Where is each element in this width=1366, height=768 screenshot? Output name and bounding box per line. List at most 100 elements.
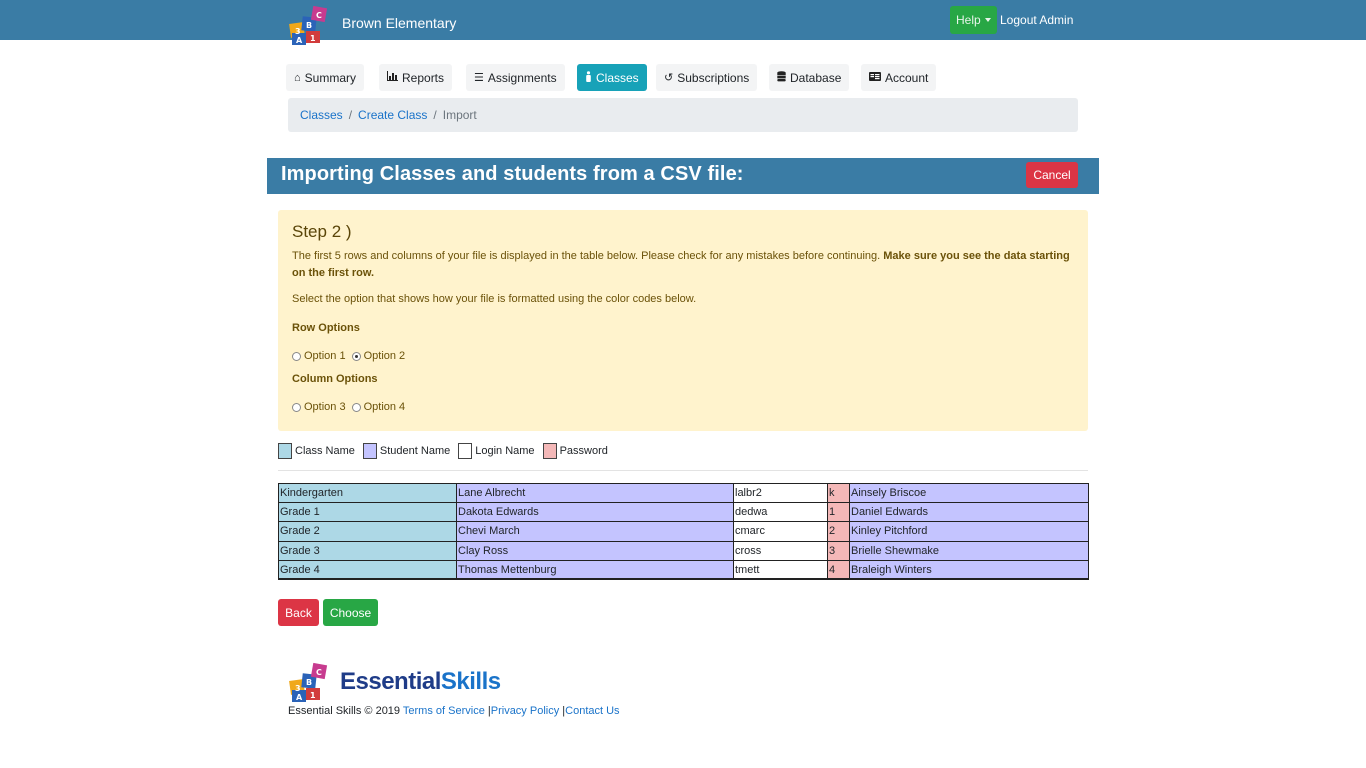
tab-label: Assignments (487, 70, 557, 85)
table-row: Grade 4 Thomas Mettenburg tmett 4 Bralei… (278, 559, 1089, 581)
svg-text:B: B (306, 21, 312, 30)
table-row: Grade 2 Chevi March cmarc 2 Kinley Pitch… (278, 521, 1089, 542)
legend-swatch (278, 443, 292, 459)
tab-subscriptions[interactable]: ↺ Subscriptions (656, 64, 758, 91)
tab-reports[interactable]: Reports (379, 64, 453, 91)
caret-down-icon (984, 18, 991, 22)
row-option-1[interactable]: Option 1 (292, 350, 346, 362)
list-icon: ☰ (474, 72, 484, 84)
tab-label: Account (885, 70, 929, 85)
table-cell: tmett (733, 559, 828, 581)
main-tabs: ⌂ Summary Reports ☰ Assignments Classes … (0, 64, 1366, 91)
table-cell: Daniel Edwards (849, 502, 1089, 523)
table-cell: Lane Albrecht (456, 482, 734, 504)
table-cell: k (827, 482, 850, 504)
legend-swatch (362, 443, 377, 459)
tab-label: Subscriptions (677, 70, 750, 85)
radio-label: Option 1 (304, 350, 346, 362)
svg-text:C: C (316, 668, 322, 677)
brand[interactable]: 3 B C A 1 Brown Elementary (288, 4, 456, 46)
legend-password: Password (542, 443, 608, 459)
radio-button[interactable] (292, 351, 301, 361)
legend-label: Login Name (475, 445, 535, 457)
row-options-group: Option 1 Option 2 (292, 350, 411, 362)
color-legend: Class Name Student Name Login Name Passw… (278, 442, 616, 460)
legend-login-name: Login Name (458, 443, 535, 459)
svg-text:1: 1 (310, 34, 316, 43)
table-cell: 1 (827, 502, 850, 523)
table-cell: 3 (827, 540, 850, 561)
import-header: Importing Classes and students from a CS… (267, 158, 1099, 194)
radio-button[interactable] (351, 402, 361, 412)
column-options-label: Column Options (292, 373, 378, 385)
help-label: Help (956, 13, 981, 27)
choose-button[interactable]: Choose (323, 599, 378, 626)
table-cell: 2 (827, 521, 850, 542)
cancel-button[interactable]: Cancel (1026, 162, 1078, 188)
step-description: The first 5 rows and columns of your fil… (292, 248, 1072, 282)
tab-assignments[interactable]: ☰ Assignments (466, 64, 565, 91)
tab-account[interactable]: Account (861, 64, 937, 91)
row-option-2[interactable]: Option 2 (351, 350, 406, 362)
table-cell: Kinley Pitchford (849, 521, 1089, 542)
row-options-label: Row Options (292, 322, 360, 334)
logo-word-essential: Essential (340, 668, 441, 695)
tab-label: Summary (304, 70, 356, 85)
table-cell: 4 (827, 559, 850, 581)
table-row: Grade 1 Dakota Edwards dedwa 1 Daniel Ed… (278, 502, 1089, 523)
table-cell: Kindergarten (278, 482, 457, 504)
svg-text:3: 3 (295, 684, 301, 693)
tab-classes[interactable]: Classes (577, 64, 647, 91)
tab-label: Classes (596, 70, 639, 85)
table-cell: Chevi March (456, 521, 734, 542)
svg-text:B: B (306, 678, 312, 687)
legend-swatch (542, 443, 557, 459)
breadcrumb-create-class-link[interactable]: Create Class (358, 108, 427, 122)
radio-label: Option 4 (363, 401, 406, 413)
legend-label: Student Name (379, 445, 451, 457)
breadcrumb-classes-link[interactable]: Classes (300, 108, 343, 122)
bar-chart-icon (387, 71, 398, 84)
svg-text:3: 3 (295, 27, 301, 36)
svg-text:A: A (296, 36, 303, 45)
logout-link[interactable]: Logout Admin (1000, 13, 1073, 27)
step-title: Step 2 ) (292, 222, 352, 241)
svg-text:1: 1 (310, 691, 316, 700)
logo-word-skills: Skills (440, 668, 501, 695)
table-cell: Grade 2 (278, 521, 457, 542)
copyright-text: Essential Skills © 2019 (288, 705, 403, 717)
abc-blocks-logo-icon: 3 B C A 1 (289, 662, 328, 702)
breadcrumb-current: Import (442, 108, 477, 122)
radio-button[interactable] (292, 402, 301, 412)
tab-summary[interactable]: ⌂ Summary (286, 64, 364, 91)
footer-links: Essential Skills © 2019 Terms of Service… (288, 705, 620, 717)
privacy-policy-link[interactable]: Privacy Policy (491, 705, 559, 717)
radio-label: Option 3 (304, 401, 346, 413)
step-description-text: The first 5 rows and columns of your fil… (292, 250, 884, 262)
tab-database[interactable]: Database (769, 64, 850, 91)
back-button[interactable]: Back (278, 599, 319, 626)
person-icon (585, 70, 592, 85)
help-dropdown-button[interactable]: Help (950, 6, 997, 34)
abc-blocks-logo-icon: 3 B C A 1 (289, 5, 328, 45)
home-icon: ⌂ (294, 71, 301, 84)
table-row: Kindergarten Lane Albrecht lalbr2 k Ains… (278, 482, 1089, 504)
svg-text:C: C (316, 11, 322, 20)
table-cell: Braleigh Winters (849, 559, 1089, 581)
id-card-icon (869, 71, 881, 84)
column-option-4[interactable]: Option 4 (351, 401, 406, 413)
table-cell: Clay Ross (456, 540, 734, 561)
breadcrumb-separator: / (348, 108, 353, 122)
radio-button-selected[interactable] (351, 351, 361, 361)
column-option-3[interactable]: Option 3 (292, 401, 346, 413)
school-name: Brown Elementary (342, 15, 457, 31)
database-icon (777, 70, 786, 85)
table-cell: Grade 4 (278, 559, 457, 581)
step-instruction: Select the option that shows how your fi… (292, 293, 697, 305)
contact-us-link[interactable]: Contact Us (565, 705, 619, 717)
table-cell: cross (733, 540, 828, 561)
terms-of-service-link[interactable]: Terms of Service (403, 705, 485, 717)
radio-label: Option 2 (363, 350, 406, 362)
table-cell: Grade 1 (278, 502, 457, 523)
table-cell: cmarc (733, 521, 828, 542)
